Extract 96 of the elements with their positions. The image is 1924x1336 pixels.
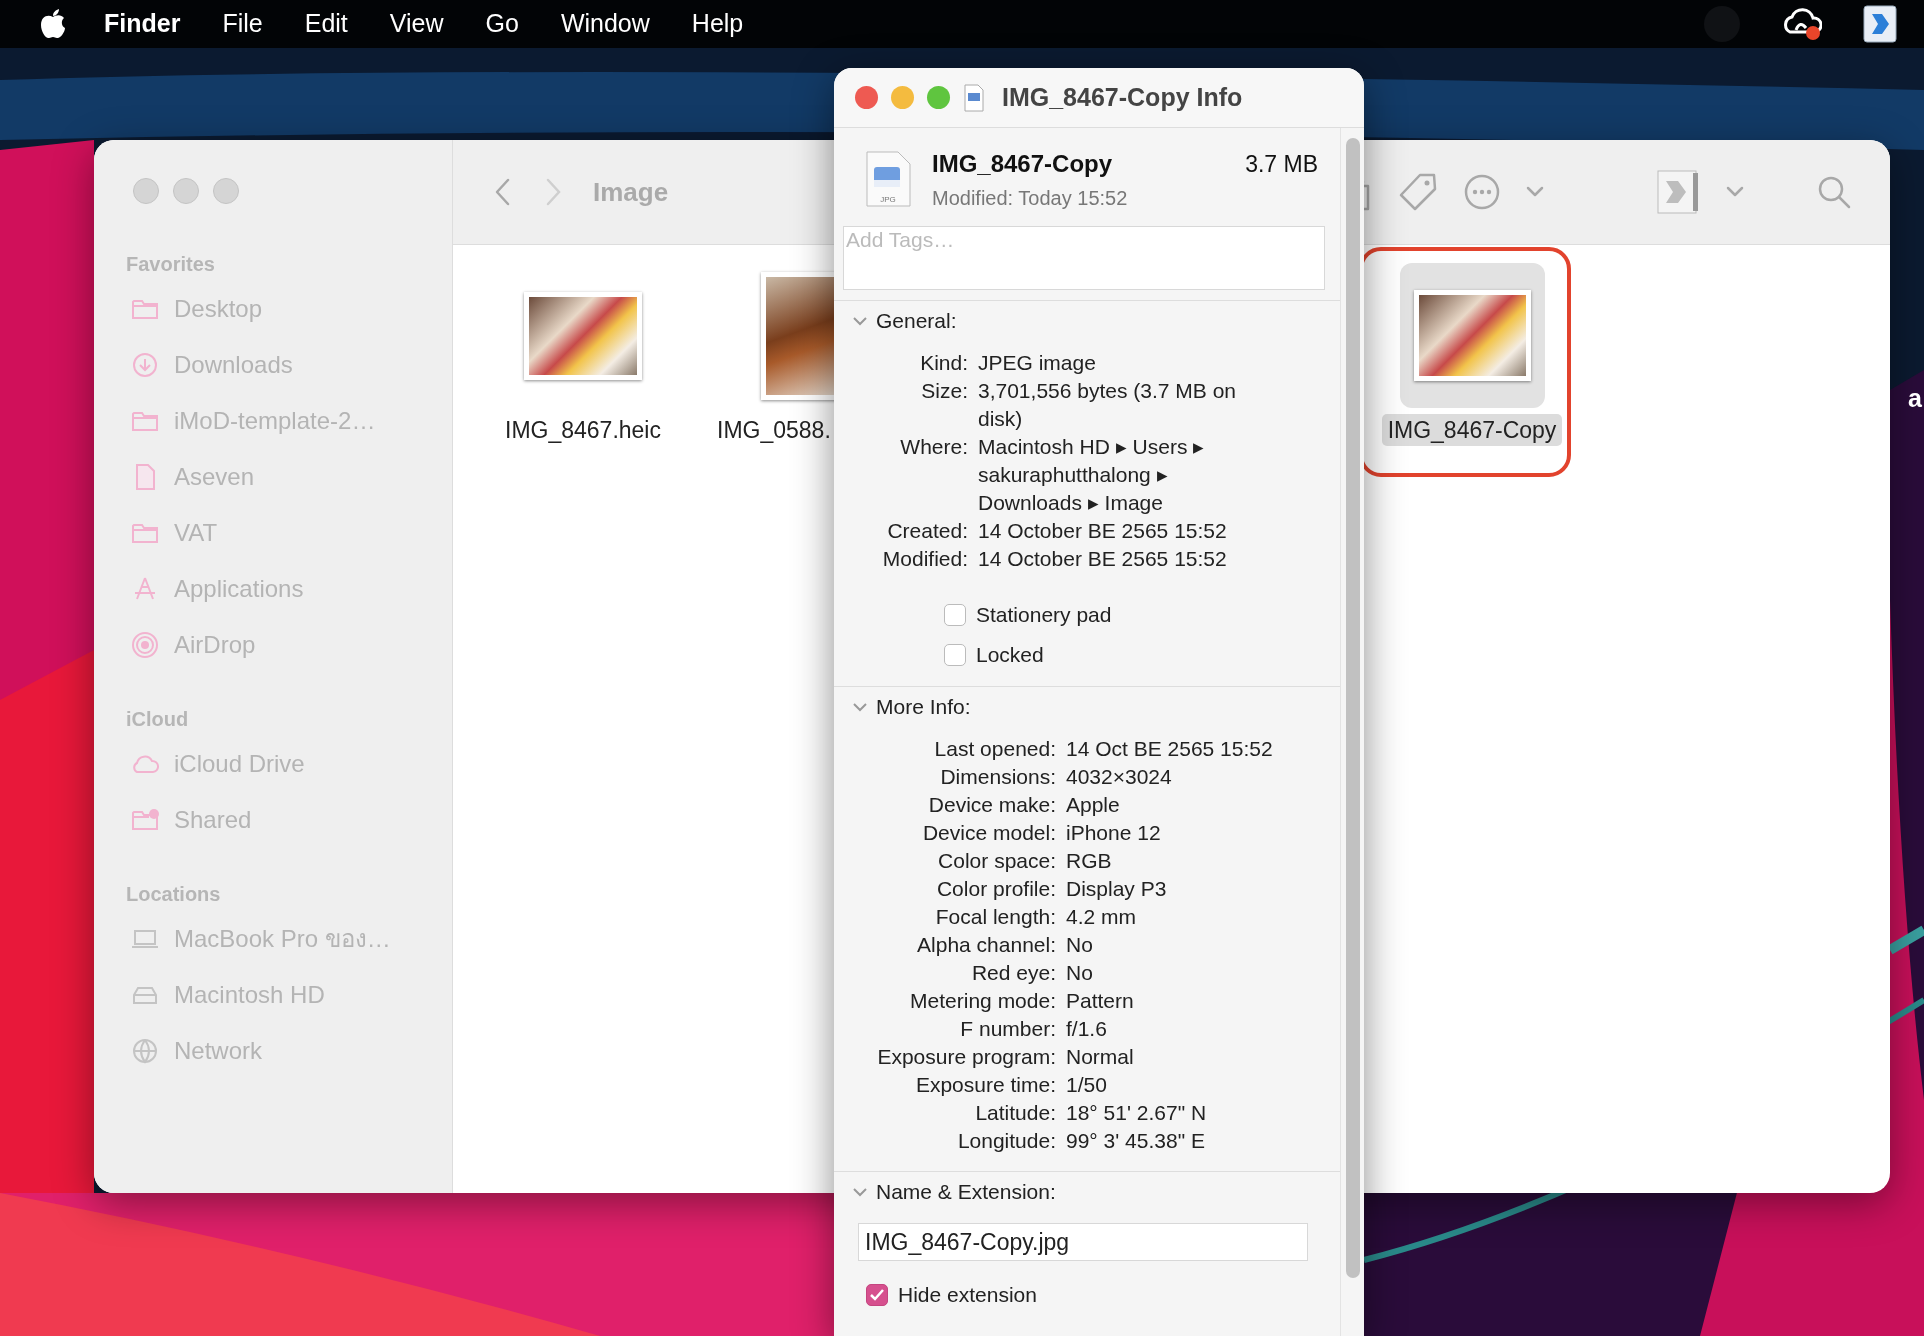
- file-name[interactable]: IMG_8467.heic: [499, 414, 667, 446]
- info-value: 14 October BE 2565 15:52: [978, 518, 1228, 544]
- info-value: Pattern: [1066, 988, 1135, 1014]
- info-label: Device make:: [927, 792, 1056, 818]
- menu-item[interactable]: File: [222, 5, 263, 43]
- info-value: Apple: [1066, 792, 1121, 818]
- close-button[interactable]: [855, 86, 878, 109]
- info-value: Normal: [1066, 1044, 1135, 1070]
- file-type-label: JPG: [879, 196, 897, 204]
- info-label: Focal length:: [934, 904, 1056, 930]
- info-label: Alpha channel:: [916, 932, 1056, 958]
- checkbox[interactable]: [944, 604, 966, 626]
- info-label: Exposure time:: [914, 1072, 1056, 1098]
- minimize-button[interactable]: [891, 86, 914, 109]
- desktop-icon-label: a: [1908, 383, 1922, 414]
- info-label: Kind:: [919, 350, 968, 376]
- info-label: Latitude:: [974, 1100, 1056, 1126]
- section-toggle[interactable]: General:: [834, 301, 1340, 341]
- info-value: 4.2 mm: [1066, 904, 1137, 930]
- info-value: 1/50: [1066, 1072, 1108, 1098]
- sidebar-heading: Locations: [125, 882, 222, 907]
- info-value: 18° 51' 2.67" N: [1066, 1100, 1208, 1126]
- scrollbar-thumb[interactable]: [1346, 138, 1360, 1278]
- info-value: 14 Oct BE 2565 15:52: [1066, 736, 1274, 762]
- info-value: 99° 3' 45.38" E: [1066, 1128, 1206, 1154]
- search-icon[interactable]: [1816, 174, 1852, 210]
- checkbox-label: Stationery pad: [976, 602, 1112, 629]
- menu-item[interactable]: Window: [560, 5, 650, 43]
- chevron-icon[interactable]: [1526, 186, 1544, 198]
- info-value: No: [1066, 932, 1094, 958]
- menu-item[interactable]: Help: [691, 5, 744, 43]
- info-label: Created:: [886, 518, 968, 544]
- section-toggle[interactable]: More Info:: [834, 687, 1340, 727]
- menu-item[interactable]: Edit: [304, 5, 348, 43]
- info-label: Color space:: [937, 848, 1056, 874]
- info-value: 4032×3024: [1066, 764, 1173, 790]
- chevron-icon: [852, 701, 868, 713]
- chevron-icon: [852, 315, 868, 327]
- broadcast-icon: [131, 631, 159, 659]
- sidebar-heading: Favorites: [125, 252, 216, 277]
- minimize-button[interactable]: [173, 178, 199, 204]
- file-name[interactable]: IMG_8467-Copy: [1381, 414, 1563, 446]
- zoom-button[interactable]: [213, 178, 239, 204]
- info-value: Macintosh HD ▸ Users ▸ sakuraphutthalong ▸ Downloads ▸ Image: [978, 434, 1206, 516]
- info-label: Device model:: [921, 820, 1056, 846]
- more-icon[interactable]: [1464, 174, 1500, 210]
- info-value: No: [1066, 960, 1094, 986]
- info-label: Last opened:: [933, 736, 1056, 762]
- app-icon[interactable]: [1862, 4, 1900, 44]
- tags-field[interactable]: Add Tags…: [843, 226, 1325, 290]
- apple-icon[interactable]: [40, 9, 66, 39]
- info-label: Where:: [899, 434, 968, 460]
- check-icon: [870, 1289, 884, 1301]
- info-value: JPEG image: [978, 350, 1097, 376]
- chevron-icon: [852, 1186, 868, 1198]
- file-name-heading: IMG_8467-Copy: [932, 150, 1114, 178]
- file-name[interactable]: IMG_0588.: [711, 414, 837, 446]
- section-toggle[interactable]: Name & Extension:: [834, 1172, 1340, 1212]
- info-value: Display P3: [1066, 876, 1168, 902]
- download-icon: [131, 351, 159, 379]
- document-icon: [864, 150, 912, 208]
- info-label: Metering mode:: [909, 988, 1056, 1014]
- menu-item[interactable]: Go: [485, 5, 519, 43]
- tag-icon[interactable]: [1398, 172, 1438, 212]
- info-value: f/1.6: [1066, 1016, 1108, 1042]
- file-size: 3.7 MB: [1245, 150, 1318, 179]
- info-label: Exposure program:: [876, 1044, 1056, 1070]
- info-label: Red eye:: [970, 960, 1056, 986]
- info-label: Modified:: [881, 546, 968, 572]
- checkbox-label: Hide extension: [898, 1282, 1037, 1309]
- zoom-button[interactable]: [927, 86, 950, 109]
- close-button[interactable]: [133, 178, 159, 204]
- info-value: iPhone 12: [1066, 820, 1162, 846]
- info-label: Longitude:: [956, 1128, 1056, 1154]
- modified-date: Modified: Today 15:52: [932, 186, 1128, 210]
- sidebar-heading: iCloud: [125, 707, 190, 732]
- info-label: Color profile:: [935, 876, 1056, 902]
- info-value: 14 October BE 2565 15:52: [978, 546, 1228, 572]
- app-menu[interactable]: Finder: [104, 5, 181, 43]
- menu-item[interactable]: View: [389, 5, 444, 43]
- checkbox[interactable]: [866, 1284, 888, 1306]
- info-value: RGB: [1066, 848, 1113, 874]
- info-label: Dimensions:: [939, 764, 1056, 790]
- folder-title: Image: [593, 175, 669, 209]
- photo-thumbnail[interactable]: [1413, 290, 1531, 381]
- checkbox-label: Locked: [976, 642, 1044, 669]
- window-title: IMG_8467-Copy Info: [1002, 81, 1243, 113]
- checkbox[interactable]: [944, 644, 966, 666]
- info-label: Size:: [920, 378, 968, 404]
- cloud-icon[interactable]: [1782, 6, 1822, 42]
- info-label: F number:: [959, 1016, 1056, 1042]
- document-icon: [963, 83, 985, 112]
- name-field[interactable]: IMG_8467-Copy.jpg: [858, 1223, 1308, 1261]
- chevron-icon[interactable]: [1726, 186, 1744, 198]
- globe-icon: [131, 1037, 159, 1065]
- info-value: 3,701,556 bytes (3.7 MB on disk): [978, 378, 1237, 432]
